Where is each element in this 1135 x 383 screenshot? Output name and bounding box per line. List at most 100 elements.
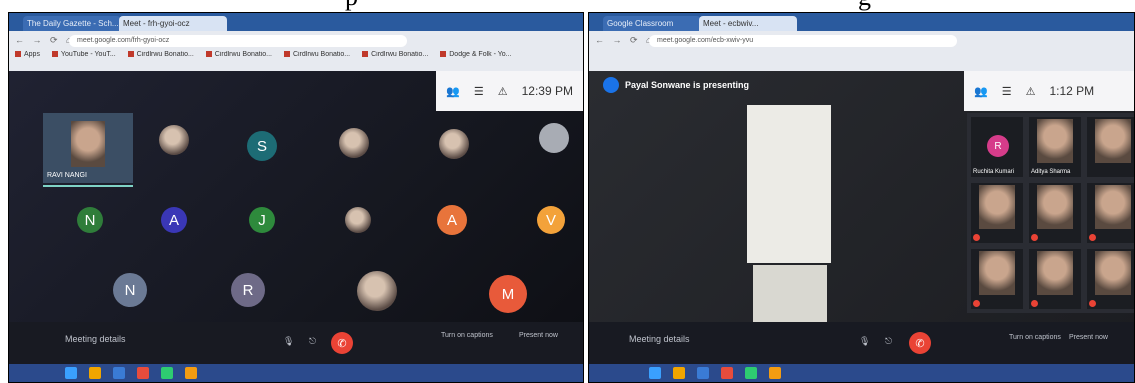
tab-inactive[interactable]: The Daily Gazette - Sch...: [23, 16, 121, 31]
participant-avatar[interactable]: [159, 125, 189, 155]
bookmarks-bar: [595, 51, 1128, 65]
chat-icon[interactable]: ☰: [1002, 85, 1012, 98]
media-icon[interactable]: [137, 367, 149, 379]
participant-video: [1095, 251, 1131, 295]
mic-icon[interactable]: 🎙: [859, 336, 870, 347]
media-icon[interactable]: [721, 367, 733, 379]
tab-bar: Google Classroom Meet - ecbwiv...: [589, 13, 1134, 31]
caption-left: p: [345, 0, 358, 12]
address-bar[interactable]: meet.google.com/frh-gyoi-ocz: [69, 35, 407, 47]
ie-icon[interactable]: [113, 367, 125, 379]
folder-icon[interactable]: [89, 367, 101, 379]
participant-grid: R Ruchita Kumari Aditya Sharma: [967, 113, 1134, 313]
meeting-details[interactable]: Meeting details: [629, 334, 690, 344]
presenter-avatar: [603, 77, 619, 93]
bookmark-item[interactable]: Cirdlrwu Bonatio...: [206, 51, 272, 58]
end-call-button[interactable]: ✆: [331, 332, 353, 354]
participant-avatar[interactable]: [539, 123, 569, 153]
participant-avatar: R: [987, 135, 1009, 157]
mic-muted-icon: [973, 300, 980, 307]
tab-meet[interactable]: Meet - frh-gyoi-ocz: [119, 16, 227, 31]
nav-buttons[interactable]: ← → ⟳ ⌂: [15, 35, 74, 46]
end-call-button[interactable]: ✆: [909, 332, 931, 354]
nav-buttons[interactable]: ← → ⟳ ⌂: [595, 35, 654, 46]
participant-video: [1037, 119, 1073, 163]
participant-avatar[interactable]: M: [489, 275, 527, 313]
people-icon[interactable]: 👥: [974, 85, 988, 98]
participant-video: [979, 185, 1015, 229]
windows-taskbar: [589, 364, 1134, 382]
participant-avatar[interactable]: [439, 129, 469, 159]
bookmark-item[interactable]: Apps: [15, 51, 40, 58]
camera-icon[interactable]: ⎋: [309, 336, 316, 347]
participant-tile[interactable]: [1029, 183, 1081, 243]
top-controls: 👥 ☰ ⚠ 1:12 PM: [964, 71, 1134, 111]
ie-icon[interactable]: [697, 367, 709, 379]
participant-avatar[interactable]: N: [77, 207, 103, 233]
participant-avatar[interactable]: R: [231, 273, 265, 307]
bookmark-item[interactable]: Cirdlrwu Bonatio...: [284, 51, 350, 58]
app-icon[interactable]: [769, 367, 781, 379]
start-icon[interactable]: [649, 367, 661, 379]
tab-classroom[interactable]: Google Classroom: [603, 16, 701, 31]
folder-icon[interactable]: [673, 367, 685, 379]
self-name: RAVI NANGI: [47, 172, 87, 179]
participant-avatar[interactable]: A: [437, 205, 467, 235]
app-icon[interactable]: [185, 367, 197, 379]
participant-tile[interactable]: [971, 183, 1023, 243]
meeting-details[interactable]: Meeting details: [65, 334, 126, 344]
chrome-icon[interactable]: [745, 367, 757, 379]
mic-muted-icon: [1089, 300, 1096, 307]
participant-video: [1095, 185, 1131, 229]
captions-button[interactable]: Turn on captions: [441, 332, 493, 339]
people-icon[interactable]: 👥: [446, 85, 460, 98]
tab-meet[interactable]: Meet - ecbwiv...: [699, 16, 797, 31]
captions-button[interactable]: Turn on captions: [1009, 334, 1061, 341]
caption-right: g: [858, 0, 871, 12]
mic-muted-icon: [973, 234, 980, 241]
participant-avatar[interactable]: [339, 128, 369, 158]
start-icon[interactable]: [65, 367, 77, 379]
bookmark-item[interactable]: YouTube - YouT...: [52, 51, 116, 58]
activities-icon[interactable]: ⚠: [498, 85, 508, 98]
participant-avatar[interactable]: [357, 271, 397, 311]
mic-icon[interactable]: 🎙: [283, 336, 294, 347]
participant-avatar[interactable]: [345, 207, 371, 233]
bookmark-item[interactable]: Dodge & Folk - Yo...: [440, 51, 511, 58]
bookmarks-bar: Apps YouTube - YouT... Cirdlrwu Bonatio.…: [15, 51, 577, 65]
participant-tile[interactable]: R Ruchita Kumari: [971, 117, 1023, 177]
participant-name: Ruchita Kumari: [973, 169, 1015, 175]
present-button[interactable]: Present now: [1069, 334, 1108, 341]
activities-icon[interactable]: ⚠: [1026, 85, 1036, 98]
screen-photo-right: Google Classroom Meet - ecbwiv... ← → ⟳ …: [588, 12, 1135, 383]
participant-video: [979, 251, 1015, 295]
participant-avatar[interactable]: S: [247, 131, 277, 161]
participant-video: [1095, 119, 1131, 163]
address-bar[interactable]: meet.google.com/ecb-xwiv-yvu: [649, 35, 957, 47]
participant-tile[interactable]: [971, 249, 1023, 309]
clock: 12:39 PM: [521, 84, 573, 98]
camera-icon[interactable]: ⎋: [885, 336, 892, 347]
self-video-tile[interactable]: RAVI NANGI: [43, 113, 133, 183]
participant-avatar[interactable]: A: [161, 207, 187, 233]
participant-video: [1037, 185, 1073, 229]
participant-tile[interactable]: [1087, 183, 1134, 243]
present-button[interactable]: Present now: [519, 332, 558, 339]
participant-avatar[interactable]: J: [249, 207, 275, 233]
bookmark-item[interactable]: Cirdlrwu Bonatio...: [362, 51, 428, 58]
participant-tile[interactable]: Aditya Sharma: [1029, 117, 1081, 177]
participant-tile[interactable]: [1087, 249, 1134, 309]
participant-avatar[interactable]: N: [113, 273, 147, 307]
mic-muted-icon: [1031, 234, 1038, 241]
clock: 1:12 PM: [1049, 84, 1095, 98]
presenting-text: Payal Sonwane is presenting: [625, 80, 750, 90]
participant-avatar[interactable]: V: [537, 206, 565, 234]
chrome-icon[interactable]: [161, 367, 173, 379]
chat-icon[interactable]: ☰: [474, 85, 484, 98]
participant-tile[interactable]: [1087, 117, 1134, 177]
presenter-banner: Payal Sonwane is presenting: [603, 77, 749, 93]
bookmark-item[interactable]: Cirdlrwu Bonatio...: [128, 51, 194, 58]
browser-chrome: Google Classroom Meet - ecbwiv... ← → ⟳ …: [589, 13, 1134, 71]
participant-tile[interactable]: [1029, 249, 1081, 309]
screen-photo-left: The Daily Gazette - Sch... Meet - frh-gy…: [8, 12, 584, 383]
